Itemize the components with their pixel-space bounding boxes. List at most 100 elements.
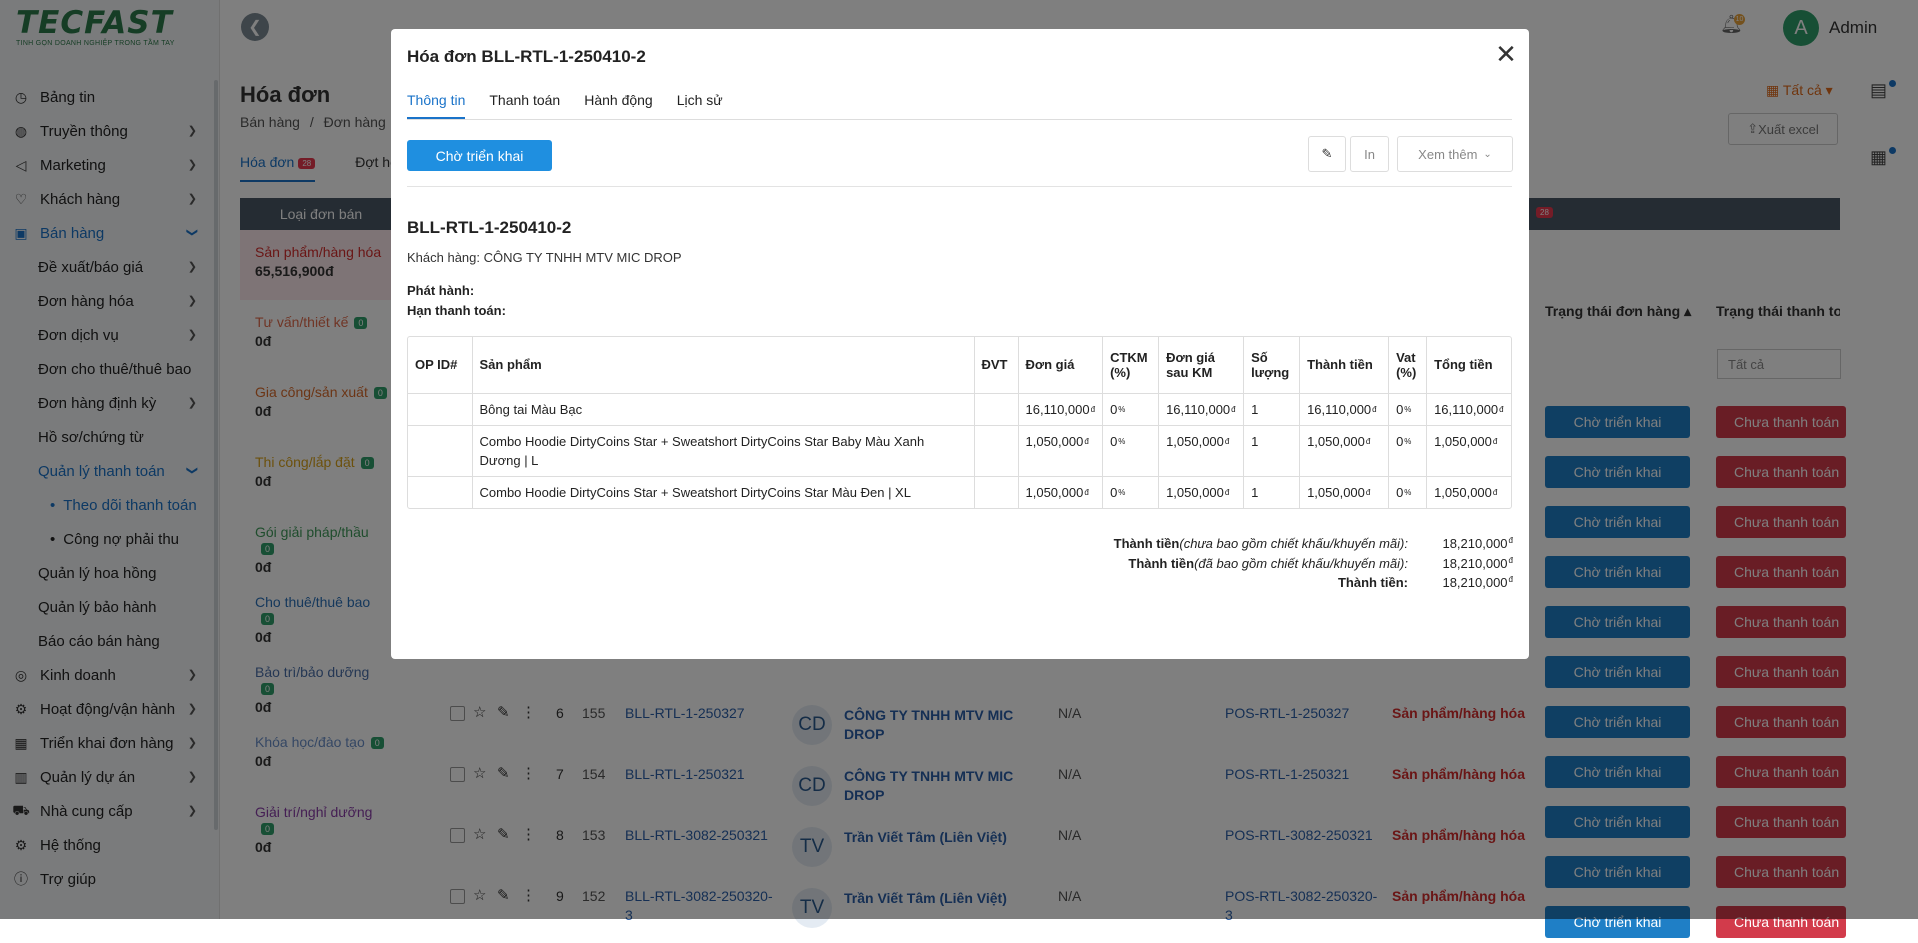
percent-sup: % [1404, 436, 1412, 446]
currency-sup: đ [1365, 436, 1371, 446]
currency-sup: đ [1224, 436, 1230, 446]
currency-sup: đ [1492, 436, 1498, 446]
currency-sup: đ [1084, 487, 1089, 497]
cell-price: 16,110,000đ [1018, 393, 1104, 426]
price-after-value: 1,050,000 [1166, 484, 1224, 500]
price-value: 16,110,000 [1025, 401, 1090, 417]
table-header-row: OP ID# Sản phẩm ĐVT Đơn giá CTKM (%) Đơn … [408, 337, 1511, 394]
cell-amount: 1,050,000đ [1299, 476, 1390, 508]
cell-ctkm: 0% [1102, 393, 1160, 426]
currency-sup: đ [1508, 556, 1513, 565]
tab-thong-tin[interactable]: Thông tin [407, 92, 466, 119]
tab-lich-su[interactable]: Lịch sử [677, 92, 723, 119]
sum-label: Thành tiền [1113, 536, 1180, 551]
line-items-table: OP ID# Sản phẩm ĐVT Đơn giá CTKM (%) Đơn … [407, 336, 1512, 509]
col-vat: Vat (%) [1388, 337, 1428, 394]
edit-icon: ✎ [1321, 146, 1333, 161]
sum-value: 18,210,000 [1442, 575, 1508, 590]
col-label: Vat [1396, 349, 1416, 365]
line-item-row: Combo Hoodie DirtyCoins Star + Sweatshor… [408, 425, 1511, 477]
cell-total: 1,050,000đ [1427, 476, 1511, 508]
cell-product: Combo Hoodie DirtyCoins Star + Sweatshor… [472, 476, 975, 508]
grand-total: Thành tiền: 18,210,000đ [1338, 575, 1513, 590]
ctkm-value: 0 [1110, 433, 1118, 449]
invoice-code: BLL-RTL-1-250410-2 [407, 218, 572, 237]
currency-sup: đ [1492, 487, 1498, 497]
status-button[interactable]: Chờ triển khai [407, 140, 552, 171]
divider [407, 186, 1512, 187]
total-value: 16,110,000 [1434, 401, 1499, 417]
cell-ctkm: 0% [1102, 425, 1160, 477]
price-value: 1,050,000 [1025, 484, 1084, 500]
subtotal-before: Thành tiền(chưa bao gồm chiết khấu/khuyế… [1114, 536, 1513, 551]
currency-sup: đ [1090, 404, 1096, 414]
cell-unit [974, 425, 1019, 477]
modal-tabs: Thông tin Thanh toán Hành động Lịch sử [407, 92, 1512, 120]
col-label: Số [1251, 349, 1268, 365]
percent-sup: % [1118, 436, 1126, 446]
sum-value: 18,210,000 [1442, 536, 1508, 551]
currency-sup: đ [1508, 536, 1513, 545]
cell-vat: 0% [1388, 425, 1428, 477]
vat-value: 0 [1396, 484, 1404, 500]
col-label: Đơn giá [1166, 349, 1216, 365]
currency-sup: đ [1231, 404, 1236, 414]
percent-sup: % [1118, 404, 1126, 414]
total-value: 1,050,000 [1434, 484, 1492, 500]
cell-amount: 16,110,000đ [1299, 393, 1390, 426]
currency-sup: đ [1365, 487, 1371, 497]
close-icon[interactable]: ✕ [1491, 39, 1521, 69]
price-after-value: 1,050,000 [1166, 433, 1224, 449]
modal-title: Hóa đơn BLL-RTL-1-250410-2 [407, 47, 646, 66]
col-label: lượng [1251, 364, 1290, 380]
cell-unit [974, 393, 1019, 426]
currency-sup: đ [1372, 404, 1377, 414]
sum-label: Thành tiền [1128, 556, 1195, 571]
col-label: CTKM [1110, 349, 1148, 365]
edit-button[interactable]: ✎ [1308, 136, 1346, 172]
col-total: Tổng tiền [1426, 337, 1511, 394]
line-items-body: Bông tai Màu Bạc 16,110,000đ 0% 16,110,000đ… [408, 393, 1511, 508]
cell-total: 16,110,000đ [1426, 393, 1511, 426]
cell-product: Bông tai Màu Bạc [472, 393, 975, 426]
total-value: 1,050,000 [1434, 433, 1492, 449]
line-item-row: Bông tai Màu Bạc 16,110,000đ 0% 16,110,000đ… [408, 393, 1511, 426]
currency-sup: đ [1224, 487, 1230, 497]
cell-vat: 0% [1388, 393, 1428, 426]
col-label: (%) [1110, 364, 1131, 380]
issued-label: Phát hành: [407, 283, 475, 298]
cell-price: 1,050,000đ [1018, 476, 1104, 508]
cell-price-after: 16,110,000đ [1158, 393, 1245, 426]
col-op-id: OP ID# [408, 337, 473, 394]
ctkm-value: 0 [1110, 484, 1118, 500]
percent-sup: % [1404, 487, 1412, 497]
cell-op [408, 425, 473, 477]
cell-unit [974, 476, 1019, 508]
cell-vat: 0% [1388, 476, 1428, 508]
cell-op [408, 393, 473, 426]
ctkm-value: 0 [1110, 401, 1118, 417]
sum-value: 18,210,000 [1442, 556, 1508, 571]
cell-ctkm: 0% [1102, 476, 1160, 508]
sum-note: (chưa bao gồm chiết khấu/khuyến mãi): [1179, 536, 1408, 551]
price-after-value: 16,110,000 [1166, 401, 1231, 417]
amount-value: 1,050,000 [1307, 433, 1365, 449]
tab-hanh-dong[interactable]: Hành động [584, 92, 653, 119]
more-label: Xem thêm [1418, 146, 1478, 162]
vat-value: 0 [1396, 401, 1404, 417]
col-price: Đơn giá [1018, 337, 1104, 394]
col-ctkm: CTKM (%) [1102, 337, 1160, 394]
cell-qty: 1 [1243, 425, 1301, 477]
print-button[interactable]: In [1350, 136, 1389, 172]
tab-thanh-toan[interactable]: Thanh toán [489, 92, 560, 119]
subtotal-after: Thành tiền(đã bao gồm chiết khấu/khuyến … [1128, 556, 1513, 571]
col-price-after: Đơn giá sau KM [1158, 337, 1245, 394]
cell-amount: 1,050,000đ [1299, 425, 1390, 477]
col-product: Sản phẩm [472, 337, 975, 394]
percent-sup: % [1404, 404, 1412, 414]
currency-sup: đ [1084, 436, 1089, 446]
customer-line: Khách hàng: CÔNG TY TNHH MTV MIC DROP [407, 250, 682, 265]
sum-note: (đã bao gồm chiết khấu/khuyến mãi): [1194, 556, 1408, 571]
more-dropdown[interactable]: Xem thêm ⌄ [1397, 136, 1513, 172]
cell-qty: 1 [1243, 393, 1301, 426]
